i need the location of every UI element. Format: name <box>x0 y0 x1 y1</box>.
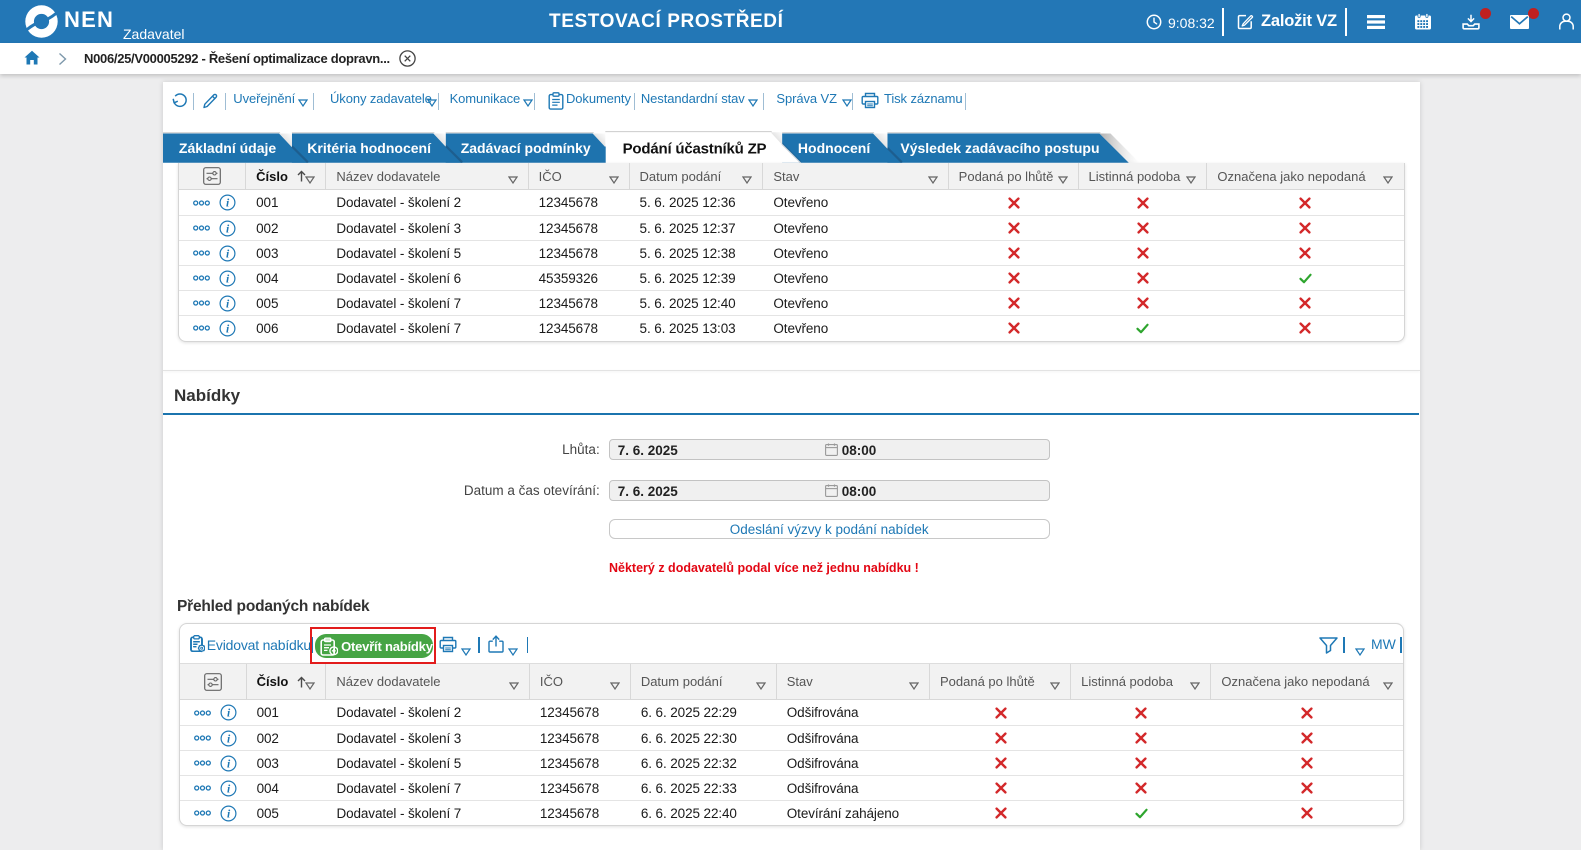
svg-text:i: i <box>225 198 229 210</box>
svg-text:i: i <box>227 758 231 770</box>
svg-text:i: i <box>227 808 231 820</box>
svg-text:Hodnocení: Hodnocení <box>798 140 871 156</box>
svg-text:i: i <box>225 323 229 335</box>
svg-text:Výsledek zadávacího postupu: Výsledek zadávacího postupu <box>900 140 1099 156</box>
svg-text:i: i <box>227 708 231 720</box>
svg-text:i: i <box>227 733 231 745</box>
svg-text:i: i <box>227 783 231 795</box>
svg-text:i: i <box>225 298 229 310</box>
svg-text:Zadávací podmínky: Zadávací podmínky <box>461 140 591 156</box>
svg-text:i: i <box>225 273 229 285</box>
svg-text:Základní údaje: Základní údaje <box>179 140 276 156</box>
svg-text:i: i <box>225 248 229 260</box>
svg-text:Kritéria hodnocení: Kritéria hodnocení <box>307 140 432 156</box>
svg-text:Podání účastníků ZP: Podání účastníků ZP <box>623 141 767 158</box>
svg-text:i: i <box>225 223 229 235</box>
